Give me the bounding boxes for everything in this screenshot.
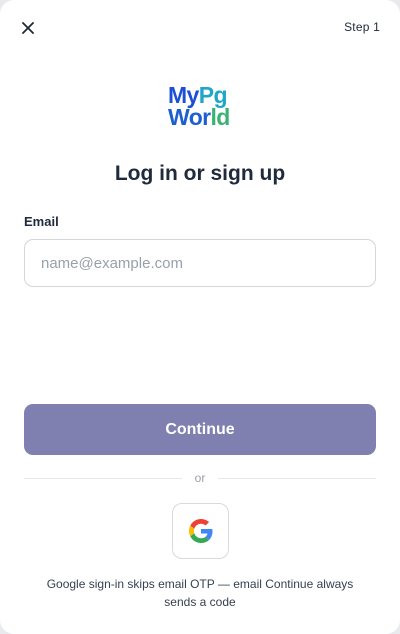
or-divider: or [24, 470, 376, 486]
continue-button[interactable]: Continue [24, 404, 376, 455]
logo-line-2: World [168, 104, 230, 130]
logo-line-1: MyPg [168, 82, 228, 108]
email-field[interactable] [24, 239, 376, 287]
close-button[interactable] [16, 16, 40, 40]
google-icon [188, 519, 212, 543]
divider-line-right [218, 478, 376, 479]
otp-note: Google sign-in skips email OTP — email C… [46, 577, 354, 609]
google-signin-button[interactable] [172, 503, 229, 559]
app-logo: MyPg World [168, 84, 234, 132]
email-label: Email [24, 214, 59, 229]
step-indicator: Step 1 [344, 20, 380, 34]
page-title: Log in or sign up [114, 162, 286, 185]
close-icon [22, 22, 34, 34]
login-dialog: Step 1 MyPg World Log in or sign up Emai… [0, 0, 400, 634]
